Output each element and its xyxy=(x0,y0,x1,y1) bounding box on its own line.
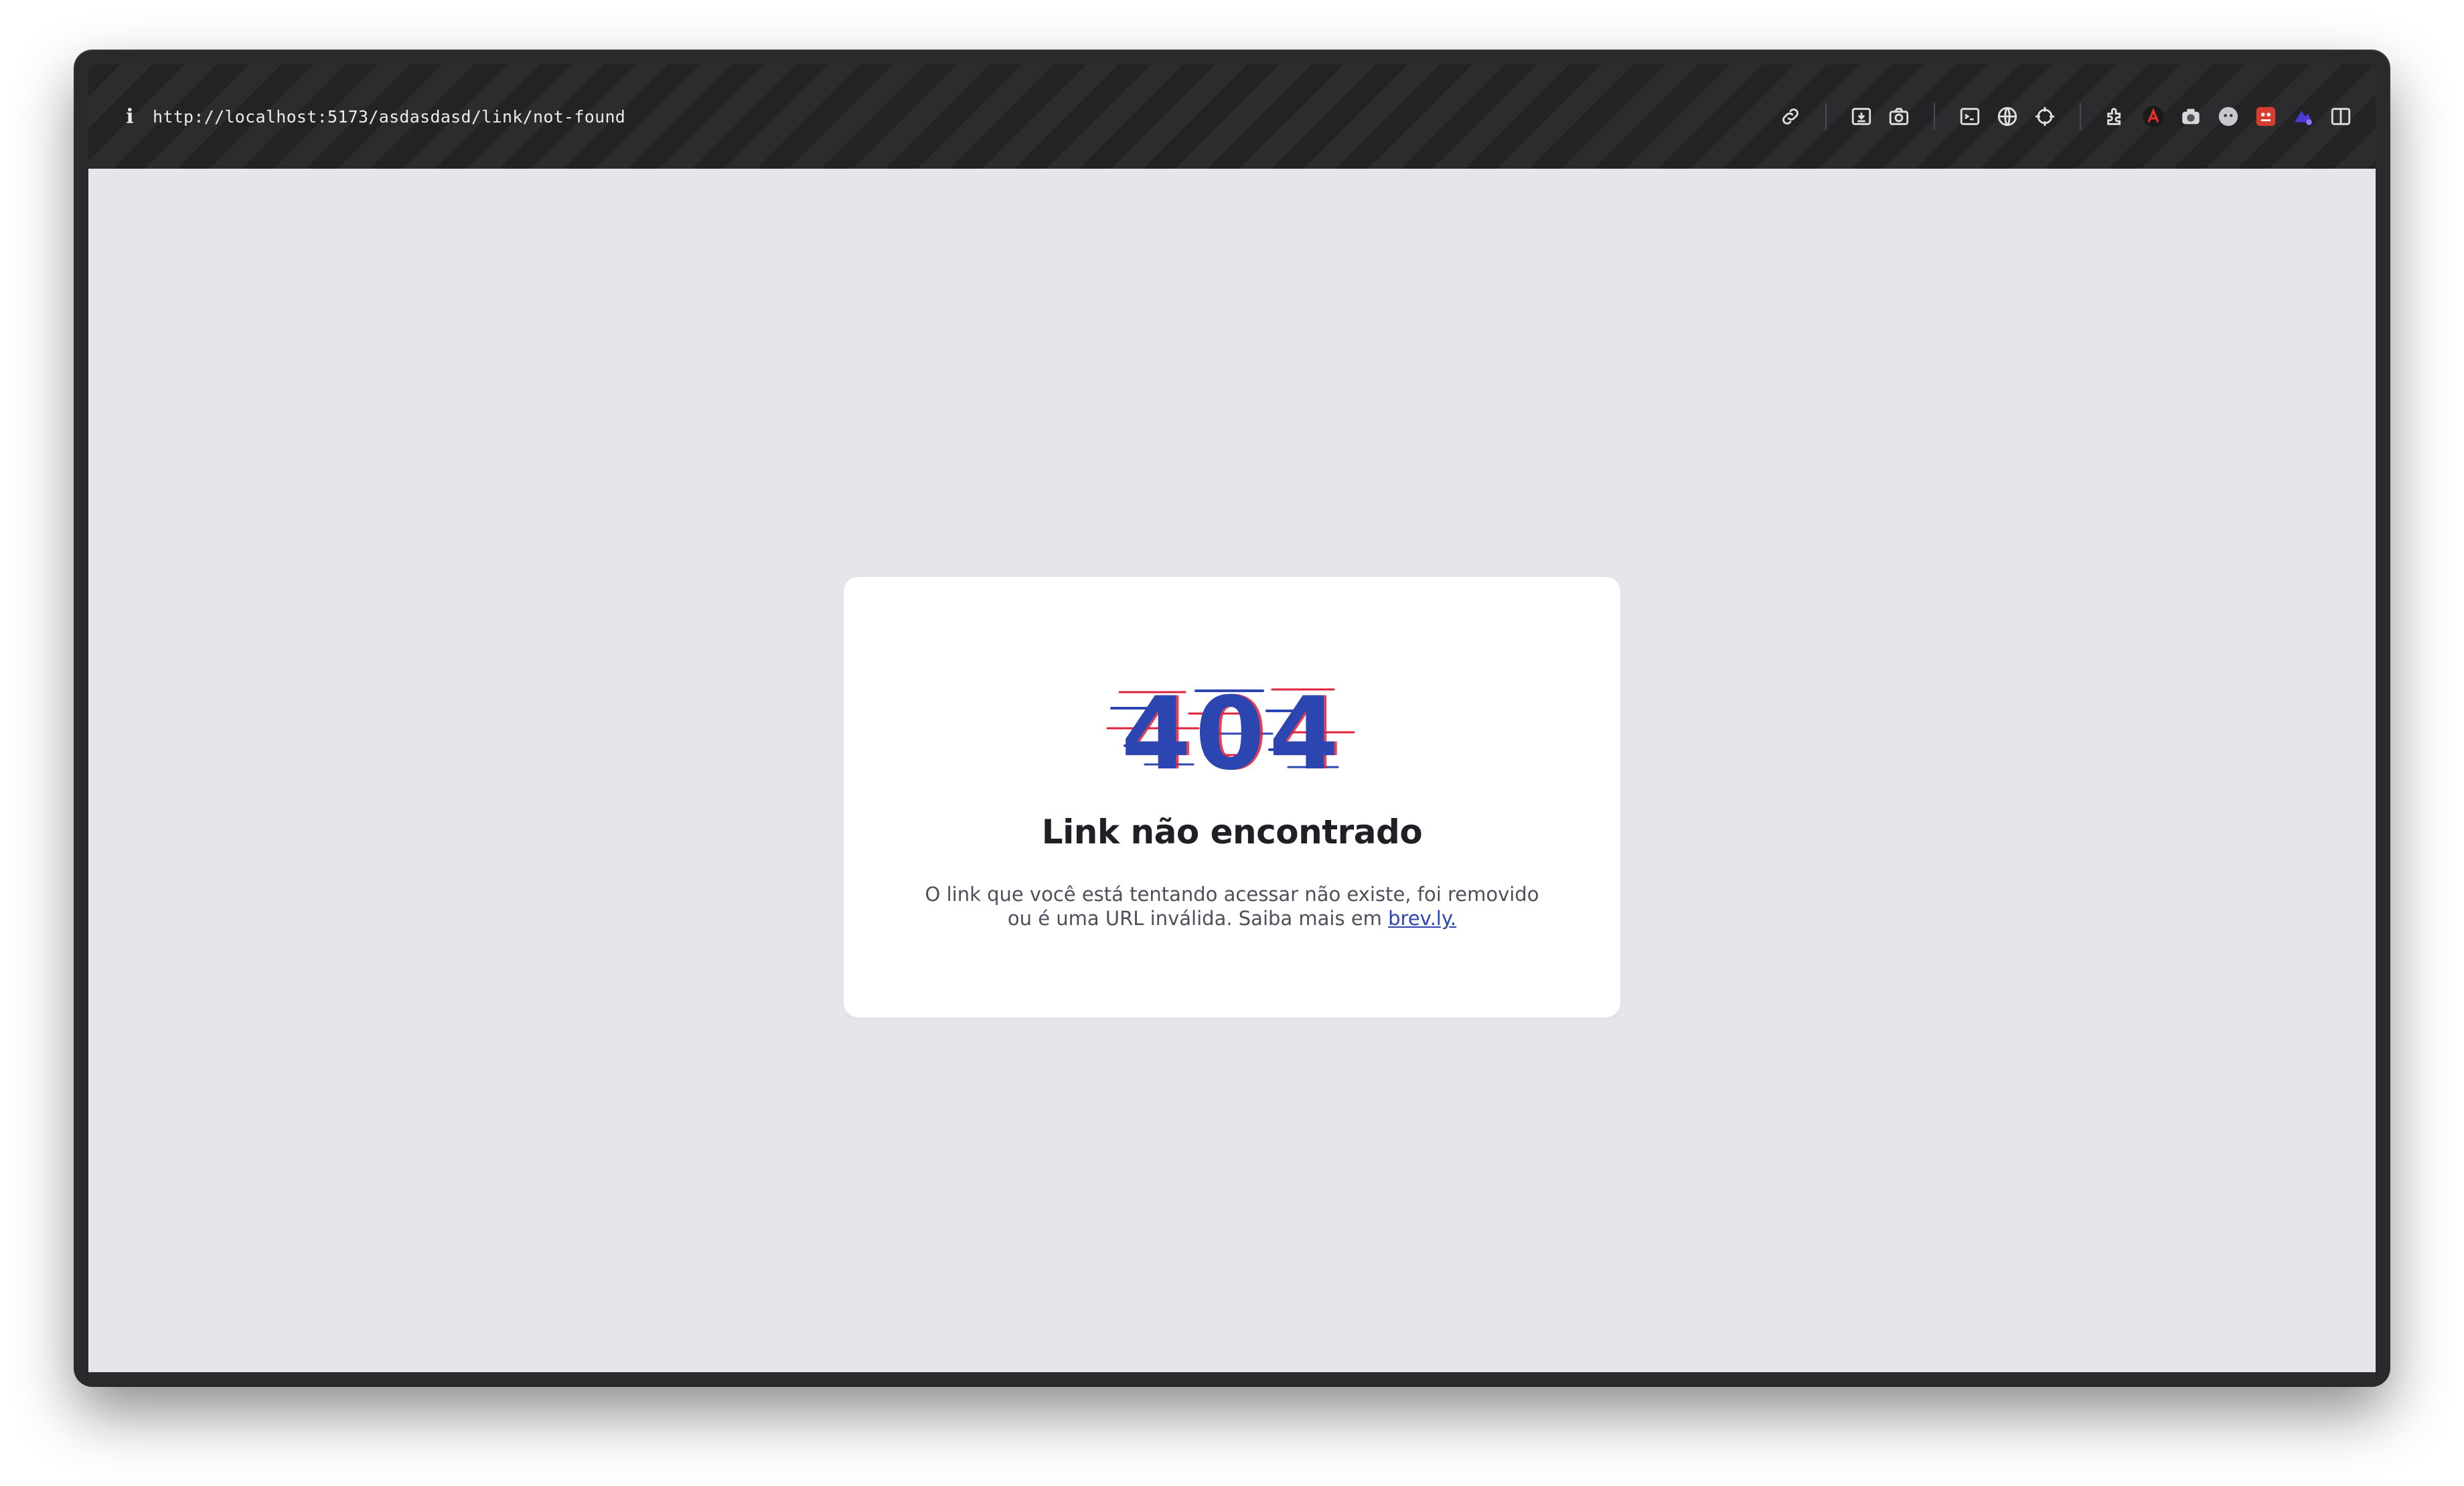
brevly-link[interactable]: brev.ly. xyxy=(1388,907,1456,930)
error-404-graphic: 404 404 xyxy=(1106,676,1355,780)
browser-window: i http://localhost:5173/asdasdasd/link/n… xyxy=(75,51,2389,1386)
globe-icon[interactable] xyxy=(1989,98,2026,135)
terminal-icon[interactable] xyxy=(1951,98,1989,135)
save-page-icon[interactable] xyxy=(1843,98,1880,135)
extension-red-icon[interactable] xyxy=(2247,98,2285,135)
camera-icon[interactable] xyxy=(1880,98,1918,135)
info-icon[interactable]: i xyxy=(117,103,143,130)
page-viewport: 404 404 Link não encontrado O link que v… xyxy=(88,169,2376,1372)
toolbar-divider xyxy=(1934,103,1935,130)
extension-ghost-icon[interactable] xyxy=(2210,98,2247,135)
svg-text:404: 404 xyxy=(1121,676,1342,780)
address-bar[interactable]: http://localhost:5173/asdasdasd/link/not… xyxy=(153,107,625,127)
extension-camera-icon[interactable] xyxy=(2172,98,2210,135)
toolbar-divider xyxy=(1825,103,1827,130)
page-description: O link que você está tentando acessar nã… xyxy=(911,882,1553,930)
sidebar-toggle-icon[interactable] xyxy=(2322,98,2360,135)
extensions-icon[interactable] xyxy=(2097,98,2135,135)
toolbar-divider xyxy=(2080,103,2081,130)
link-icon[interactable] xyxy=(1772,98,1809,135)
crosshair-icon[interactable] xyxy=(2026,98,2064,135)
not-found-card: 404 404 Link não encontrado O link que v… xyxy=(844,577,1620,1017)
extension-red-a-icon[interactable] xyxy=(2135,98,2172,135)
toolbar-icons xyxy=(1772,98,2360,135)
extension-purple-icon[interactable] xyxy=(2285,98,2322,135)
browser-toolbar: i http://localhost:5173/asdasdasd/link/n… xyxy=(88,64,2376,169)
page-title: Link não encontrado xyxy=(1041,813,1423,851)
